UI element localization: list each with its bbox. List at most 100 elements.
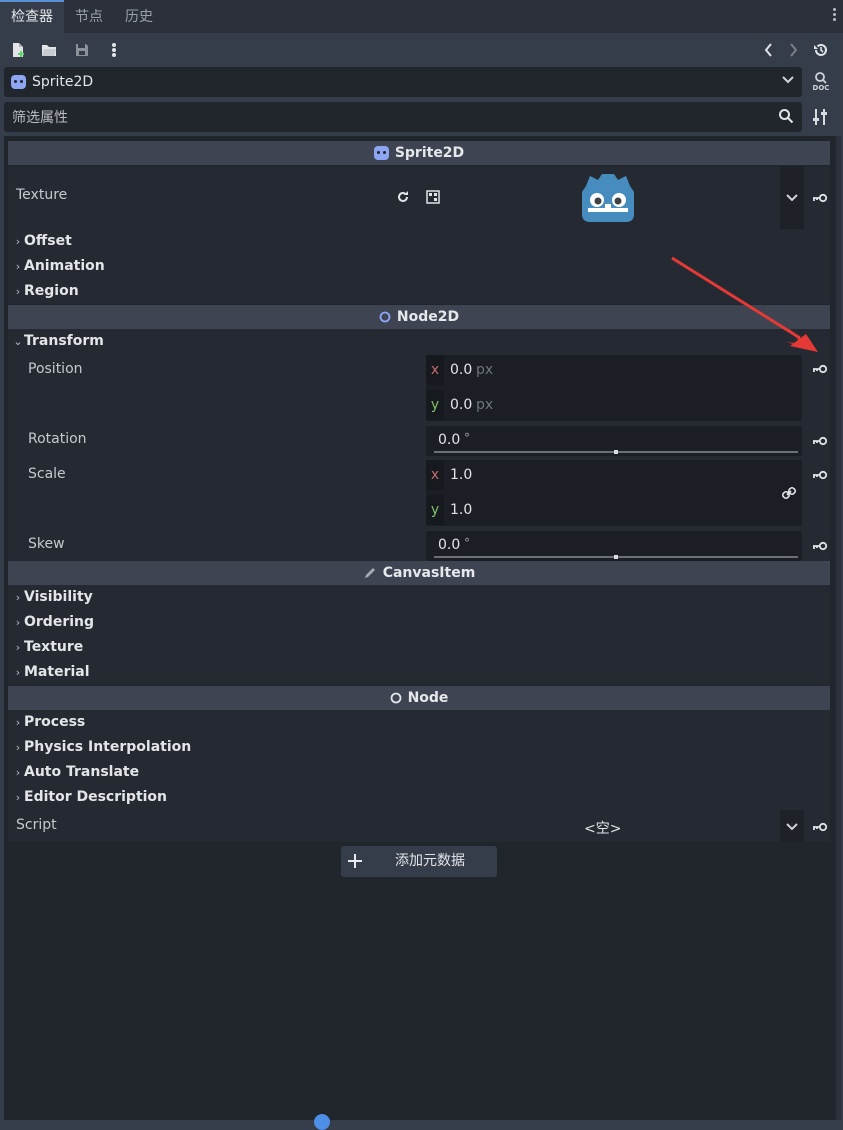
keyframe-key-icon[interactable] bbox=[812, 541, 828, 551]
category-label: Physics Interpolation bbox=[24, 739, 192, 755]
object-selector-label: Sprite2D bbox=[32, 74, 94, 90]
property-rotation: Rotation 0.0 ° bbox=[8, 424, 830, 459]
object-selector[interactable]: Sprite2D bbox=[4, 67, 802, 97]
keyframe-key-icon[interactable] bbox=[812, 193, 828, 203]
property-label: Script bbox=[16, 817, 57, 833]
chevron-right-icon: › bbox=[15, 235, 21, 248]
section-title: CanvasItem bbox=[382, 565, 476, 581]
tab-node[interactable]: 节点 bbox=[66, 2, 112, 32]
history-icon[interactable] bbox=[812, 41, 830, 59]
category-process[interactable]: › Process bbox=[8, 710, 830, 735]
filter-properties-input[interactable] bbox=[4, 102, 774, 134]
texture-preview[interactable] bbox=[578, 170, 648, 228]
property-script: Script <空> bbox=[8, 810, 830, 842]
doc-search-icon bbox=[815, 72, 827, 84]
section-header-sprite2d: Sprite2D bbox=[8, 141, 830, 165]
chevron-right-icon: › bbox=[15, 666, 21, 679]
link-icon[interactable] bbox=[782, 486, 796, 500]
inspector-panel: 检查器 节点 历史 Sprite2D DOC 筛选属性 Sprite2D Tex… bbox=[0, 0, 843, 1130]
scale-y-value[interactable]: 1.0 bbox=[450, 495, 472, 525]
property-scale: Scale x 1.0 y 1.0 bbox=[8, 459, 830, 529]
annotation-arrow-icon bbox=[671, 256, 818, 352]
property-texture: Texture bbox=[8, 166, 830, 229]
chevron-down-icon bbox=[786, 194, 798, 202]
rotation-unit: ° bbox=[464, 431, 470, 445]
chevron-down-icon bbox=[786, 823, 798, 831]
position-x-unit: px bbox=[476, 362, 494, 378]
category-label: Auto Translate bbox=[24, 764, 140, 780]
rotation-slider-grabber[interactable] bbox=[614, 450, 618, 454]
axis-y-label: y bbox=[426, 390, 444, 420]
scale-field: x 1.0 y 1.0 bbox=[426, 460, 802, 526]
godot-logo-icon bbox=[582, 174, 634, 222]
back-arrow-icon[interactable] bbox=[760, 41, 778, 59]
plus-icon bbox=[347, 848, 363, 876]
category-label: Editor Description bbox=[24, 789, 168, 805]
inspector-tools-icon[interactable] bbox=[810, 107, 830, 127]
rotation-slider-field[interactable]: 0.0 ° bbox=[426, 426, 802, 456]
chevron-right-icon: › bbox=[15, 285, 21, 298]
category-texture[interactable]: › Texture bbox=[8, 635, 830, 660]
script-dropdown-button[interactable] bbox=[780, 810, 804, 842]
keyframe-key-icon[interactable] bbox=[812, 470, 828, 480]
chevron-right-icon: › bbox=[15, 260, 21, 273]
add-metadata-button[interactable]: 添加元数据 bbox=[341, 846, 497, 877]
doc-button[interactable]: DOC bbox=[808, 72, 834, 94]
chevron-right-icon: › bbox=[15, 591, 21, 604]
inspector-scrollbar[interactable] bbox=[836, 136, 841, 1120]
open-folder-icon[interactable] bbox=[40, 41, 58, 59]
property-position: Position x 0.0 px y 0.0 px bbox=[8, 354, 830, 424]
category-visibility[interactable]: › Visibility bbox=[8, 585, 830, 610]
reload-icon[interactable] bbox=[396, 190, 410, 204]
doc-button-label: DOC bbox=[812, 84, 830, 92]
category-ordering[interactable]: › Ordering bbox=[8, 610, 830, 635]
section-header-node: Node bbox=[8, 686, 830, 710]
scale-x-value[interactable]: 1.0 bbox=[450, 460, 472, 490]
tab-inspector[interactable]: 检查器 bbox=[0, 0, 64, 33]
save-icon[interactable] bbox=[73, 41, 91, 59]
chevron-right-icon: › bbox=[15, 741, 21, 754]
node-class-icon bbox=[390, 692, 401, 704]
new-resource-icon[interactable] bbox=[9, 41, 27, 59]
tab-history[interactable]: 历史 bbox=[114, 2, 164, 32]
keyframe-key-icon[interactable] bbox=[812, 436, 828, 446]
property-label: Scale bbox=[28, 466, 66, 482]
dock-menu-icon[interactable] bbox=[831, 6, 837, 26]
category-label: Material bbox=[24, 664, 90, 680]
keyframe-key-icon[interactable] bbox=[812, 822, 828, 832]
category-label: Offset bbox=[24, 233, 72, 249]
chevron-right-icon: › bbox=[15, 716, 21, 729]
property-label: Position bbox=[28, 361, 83, 377]
skew-slider-field[interactable]: 0.0 ° bbox=[426, 531, 802, 561]
category-auto-translate[interactable]: › Auto Translate bbox=[8, 760, 830, 785]
transparency-checker-icon[interactable] bbox=[426, 190, 440, 204]
axis-x-label: x bbox=[426, 460, 444, 490]
node2d-class-icon bbox=[379, 311, 391, 323]
search-icon bbox=[779, 109, 794, 124]
property-label: Rotation bbox=[28, 431, 87, 447]
position-y-value[interactable]: 0.0 bbox=[450, 390, 472, 420]
category-label: Transform bbox=[24, 333, 104, 349]
property-skew: Skew 0.0 ° bbox=[8, 529, 830, 561]
more-vertical-icon[interactable] bbox=[105, 41, 123, 59]
chevron-down-icon bbox=[782, 74, 794, 88]
add-metadata-label: 添加元数据 bbox=[395, 853, 465, 869]
category-material[interactable]: › Material bbox=[8, 660, 830, 685]
chevron-down-icon: ⌄ bbox=[13, 335, 23, 348]
category-editor-description[interactable]: › Editor Description bbox=[8, 785, 830, 810]
skew-slider-grabber[interactable] bbox=[614, 555, 618, 559]
category-label: Region bbox=[24, 283, 79, 299]
property-label: Texture bbox=[16, 187, 68, 203]
texture-dropdown-button[interactable] bbox=[780, 166, 804, 229]
canvasitem-pencil-icon bbox=[364, 568, 375, 578]
category-label: Visibility bbox=[24, 589, 93, 605]
position-x-value[interactable]: 0.0 bbox=[450, 355, 472, 385]
forward-arrow-icon[interactable] bbox=[784, 41, 802, 59]
script-value[interactable]: <空> bbox=[584, 818, 621, 838]
category-physics-interpolation[interactable]: › Physics Interpolation bbox=[8, 735, 830, 760]
inspector-toolbar bbox=[0, 33, 843, 66]
position-field: x 0.0 px y 0.0 px bbox=[426, 355, 802, 421]
keyframe-key-icon[interactable] bbox=[812, 364, 828, 374]
chevron-right-icon: › bbox=[15, 766, 21, 779]
category-label: Process bbox=[24, 714, 86, 730]
